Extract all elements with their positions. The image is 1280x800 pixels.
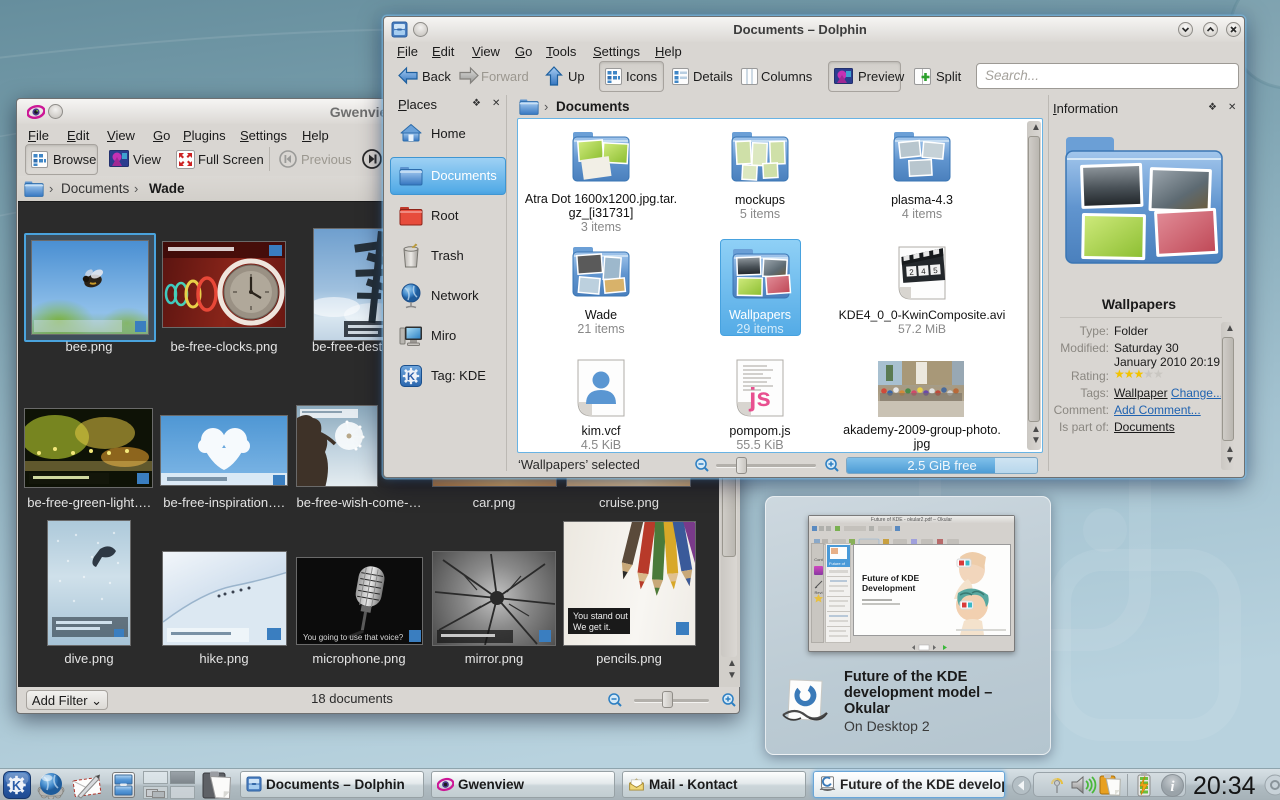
svg-text:We get it.: We get it. [573, 622, 611, 632]
svg-text:You stand out: You stand out [573, 611, 628, 621]
svg-text:K: K [12, 779, 21, 793]
svg-text:You going to use that voice?: You going to use that voice? [303, 633, 404, 642]
svg-text:K: K [407, 371, 415, 383]
svg-text:js: js [748, 382, 771, 412]
